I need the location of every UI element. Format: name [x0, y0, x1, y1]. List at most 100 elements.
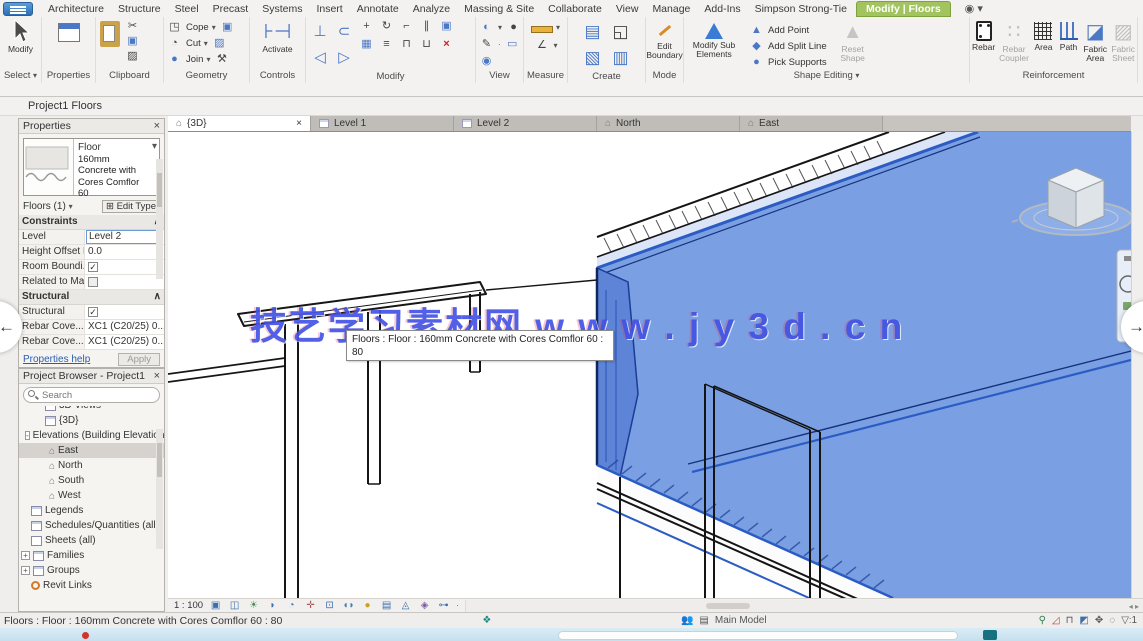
- reveal-constraints-icon[interactable]: ⊶: [437, 600, 450, 611]
- move-icon[interactable]: +: [358, 19, 375, 34]
- modify-sub-elements-button[interactable]: Modify Sub Elements: [686, 19, 742, 59]
- align-icon[interactable]: ⊥: [308, 19, 332, 45]
- file-menu-button[interactable]: [3, 2, 33, 16]
- temporary-view-properties-icon[interactable]: ▤: [380, 600, 393, 611]
- taskbar-app-icon[interactable]: [983, 630, 997, 640]
- structural-checkbox[interactable]: ✓: [88, 307, 98, 317]
- hide-analytical-model-icon[interactable]: ◬: [399, 600, 412, 611]
- close-view-icon[interactable]: ×: [296, 118, 302, 129]
- cope-button[interactable]: Cope: [186, 22, 209, 33]
- tree-item-legends[interactable]: Legends: [19, 503, 164, 518]
- design-options-icon[interactable]: ▤: [699, 615, 708, 626]
- demolish-icon[interactable]: ⚒: [213, 52, 230, 67]
- type-selector-caret-icon[interactable]: ▾: [150, 139, 159, 154]
- view-tab-3d[interactable]: ⌂ {3D} ×: [168, 116, 311, 131]
- select-underlay-icon[interactable]: ◿: [1052, 615, 1060, 626]
- shadows-icon[interactable]: ◗: [266, 600, 279, 611]
- tab-insert[interactable]: Insert: [309, 2, 349, 16]
- offset-icon[interactable]: ⊂: [332, 19, 356, 45]
- tab-structure[interactable]: Structure: [111, 2, 168, 16]
- paint-icon[interactable]: ▨: [211, 36, 228, 51]
- tree-item-groups[interactable]: +Groups: [19, 563, 164, 578]
- path-reinforcement-button[interactable]: Path: [1058, 19, 1079, 52]
- tab-manage[interactable]: Manage: [645, 2, 697, 16]
- drag-elements-icon[interactable]: ✥: [1095, 615, 1103, 626]
- collapse-icon[interactable]: -: [25, 431, 30, 440]
- editing-requests-icon[interactable]: ❖: [482, 615, 491, 626]
- expand-icon[interactable]: +: [21, 551, 30, 560]
- tab-annotate[interactable]: Annotate: [350, 2, 406, 16]
- select-pinned-elements-icon[interactable]: ⊓: [1066, 615, 1074, 626]
- delete-icon[interactable]: ×: [438, 37, 455, 52]
- array-icon[interactable]: ▦: [358, 37, 375, 52]
- tab-architecture[interactable]: Architecture: [41, 2, 111, 16]
- fabric-area-button[interactable]: ◪ Fabric Area: [1083, 19, 1107, 63]
- scrollbar-arrows[interactable]: ◂ ▸: [1129, 602, 1139, 611]
- properties-scrollbar[interactable]: [156, 159, 163, 279]
- tab-massing-site[interactable]: Massing & Site: [457, 2, 541, 16]
- tree-item-3d-views[interactable]: 3D Views: [19, 406, 164, 413]
- mirror-draw-axis-icon[interactable]: ▷: [332, 45, 356, 71]
- split-icon[interactable]: ∥: [418, 19, 435, 34]
- filter-icon[interactable]: ▽:1: [1121, 615, 1137, 626]
- panel-label-shape-editing[interactable]: Shape Editing ▾: [684, 70, 969, 83]
- paste-icon[interactable]: [100, 21, 120, 47]
- tree-item-east[interactable]: ⌂East: [19, 443, 164, 458]
- add-point-button[interactable]: Add Point: [768, 25, 809, 36]
- activate-controls-button[interactable]: ⊦⊣ Activate: [261, 19, 295, 54]
- scrollbar-thumb[interactable]: [706, 603, 750, 609]
- area-reinforcement-button[interactable]: Area: [1033, 19, 1054, 52]
- temporary-hide-isolate-icon[interactable]: ◖◗: [342, 600, 355, 611]
- selection-summary[interactable]: Floors (1) ▾: [23, 201, 73, 212]
- tab-view[interactable]: View: [609, 2, 646, 16]
- legend-component-icon[interactable]: ▤: [579, 19, 607, 45]
- expand-icon[interactable]: +: [21, 566, 30, 575]
- properties-button[interactable]: [52, 19, 86, 44]
- group-icon[interactable]: ◱: [607, 19, 635, 45]
- cut-to-clipboard-icon[interactable]: ✂: [124, 19, 141, 34]
- tab-precast[interactable]: Precast: [206, 2, 256, 16]
- tree-item-families[interactable]: +Families: [19, 548, 164, 563]
- render-icon[interactable]: ●: [505, 20, 522, 35]
- tab-collaborate[interactable]: Collaborate: [541, 2, 609, 16]
- geometry-extra-icon[interactable]: ▣: [219, 20, 236, 35]
- properties-help-link[interactable]: Properties help: [23, 354, 90, 365]
- edit-boundary-button[interactable]: Edit Boundary: [648, 19, 682, 60]
- pin-icon[interactable]: ⊓: [398, 37, 415, 52]
- view-tab-level-1[interactable]: Level 1: [311, 116, 454, 131]
- panel-label-select[interactable]: Select ▾: [0, 70, 41, 83]
- drawing-area[interactable]: [168, 132, 1131, 598]
- tree-item-revit-links[interactable]: Revit Links: [19, 578, 164, 592]
- view-tab-north[interactable]: ⌂North: [597, 116, 740, 131]
- similar-icon[interactable]: ▧: [579, 45, 607, 71]
- copy-to-clipboard-icon[interactable]: ▣: [124, 34, 141, 49]
- tree-item-sheets[interactable]: Sheets (all): [19, 533, 164, 548]
- measure-icon[interactable]: [531, 26, 553, 33]
- copy-icon[interactable]: ▣: [438, 19, 455, 34]
- tree-item-elevations[interactable]: -Elevations (Building Elevation): [19, 428, 164, 443]
- tab-add-ins[interactable]: Add-Ins: [697, 2, 747, 16]
- section-constraints[interactable]: Constraints∧: [19, 215, 164, 230]
- view-tab-east[interactable]: ⌂East: [740, 116, 883, 131]
- vertical-scrollbar[interactable]: [1131, 132, 1143, 598]
- search-input[interactable]: [23, 387, 160, 403]
- match-type-icon[interactable]: ▨: [124, 49, 141, 64]
- tab-systems[interactable]: Systems: [255, 2, 309, 16]
- browser-scrollbar[interactable]: [156, 429, 163, 549]
- tree-item-3d[interactable]: {3D}: [19, 413, 164, 428]
- cut-geometry-button[interactable]: Cut: [186, 38, 201, 49]
- reveal-hidden-elements-icon[interactable]: ●: [361, 600, 374, 611]
- scale-button[interactable]: 1 : 100: [174, 600, 203, 611]
- rebar-button[interactable]: Rebar: [972, 19, 995, 52]
- rebar-cover-top-value[interactable]: XC1 (C20/25) 0...: [85, 320, 164, 334]
- ribbon-options-icon[interactable]: ◉ ▾: [965, 2, 983, 15]
- thin-lines-icon[interactable]: ◐: [478, 20, 495, 35]
- taskbar-search-pill[interactable]: [558, 631, 958, 640]
- show-crop-region-icon[interactable]: ⊡: [323, 600, 336, 611]
- add-split-line-button[interactable]: Add Split Line: [768, 41, 827, 52]
- contextual-tab-modify-floors[interactable]: Modify | Floors: [856, 1, 951, 17]
- view-tab-level-2[interactable]: Level 2: [454, 116, 597, 131]
- background-processes-icon[interactable]: ◌: [1109, 615, 1115, 626]
- rotate-icon[interactable]: ↻: [378, 19, 395, 34]
- section-structural[interactable]: Structural∧: [19, 290, 164, 305]
